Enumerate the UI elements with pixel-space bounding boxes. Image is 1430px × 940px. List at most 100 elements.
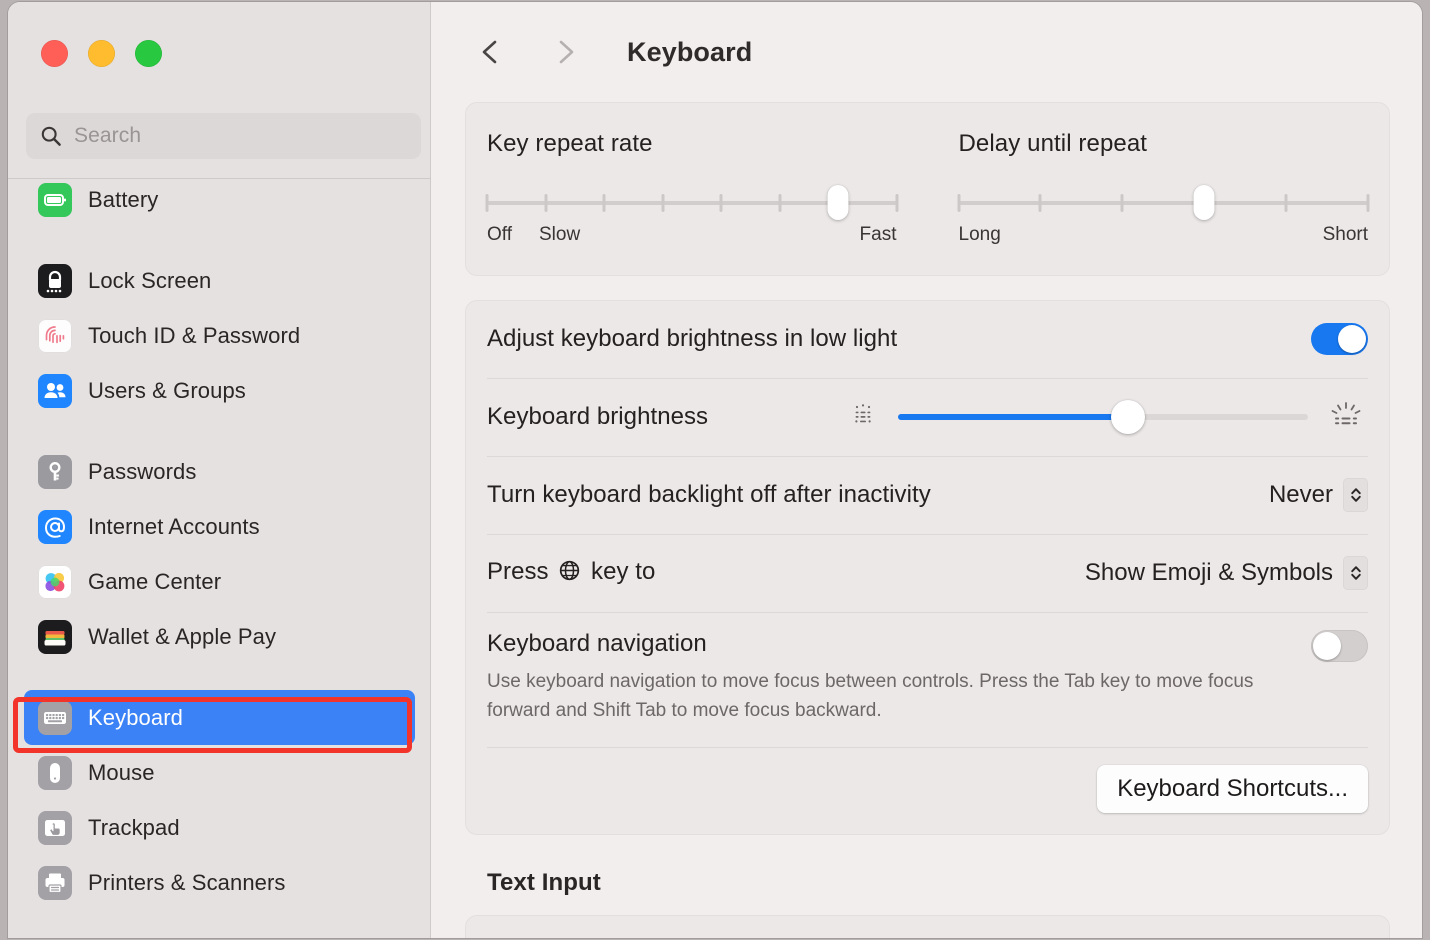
- slider-fill: [898, 414, 1128, 420]
- slider-tick: [1366, 194, 1370, 212]
- keyboard-shortcuts-button[interactable]: Keyboard Shortcuts...: [1097, 765, 1368, 813]
- slider-tick: [1284, 194, 1288, 212]
- backlight-off-value: Never: [1268, 481, 1333, 508]
- mouse-icon: [38, 755, 72, 790]
- label-slow: Slow: [539, 224, 581, 245]
- slider-track: [958, 201, 1368, 205]
- sidebar-item-internet-accounts[interactable]: Internet Accounts: [24, 499, 415, 554]
- chevron-up-down-icon[interactable]: [1343, 556, 1368, 590]
- slider-tick: [1038, 194, 1042, 212]
- search-icon: [40, 125, 62, 147]
- label-short: Short: [1322, 224, 1368, 245]
- chevron-up-down-icon[interactable]: [1343, 478, 1368, 512]
- backlight-off-popup[interactable]: Never: [1269, 478, 1368, 512]
- slider-tick: [778, 194, 781, 212]
- slider-thumb[interactable]: [1110, 400, 1145, 434]
- backlight-low-icon: [844, 398, 884, 437]
- globe-key-label-after: key to: [591, 557, 656, 585]
- sidebar-item-keyboard[interactable]: Keyboard: [24, 690, 415, 745]
- sidebar-item-label: Touch ID & Password: [88, 322, 301, 348]
- key-repeat-rate-group: Key repeat rate Off Slow Fast: [485, 130, 941, 250]
- sidebar-item-passwords[interactable]: Passwords: [24, 444, 415, 499]
- key-repeat-rate-slider[interactable]: [485, 185, 898, 220]
- slider-thumb[interactable]: [1193, 185, 1215, 220]
- row-keyboard-shortcuts: Keyboard Shortcuts...: [487, 747, 1368, 835]
- delay-until-repeat-title: Delay until repeat: [958, 130, 1148, 157]
- sidebar-item-label: Trackpad: [88, 814, 180, 840]
- slider-tick: [485, 194, 489, 212]
- at-sign-icon: [38, 509, 72, 544]
- minimize-button[interactable]: [88, 40, 115, 67]
- sidebar-item-battery[interactable]: Battery: [24, 179, 415, 227]
- globe-key-label: Press key to: [487, 558, 655, 589]
- lock-icon: [38, 263, 72, 298]
- slider-tick: [957, 194, 960, 212]
- key-repeat-rate-title: Key repeat rate: [487, 130, 653, 157]
- trackpad-icon: [38, 810, 72, 845]
- slider-tick: [1120, 194, 1124, 212]
- sidebar-item-touch-id[interactable]: Touch ID & Password: [24, 308, 415, 363]
- sidebar-item-trackpad[interactable]: Trackpad: [24, 800, 415, 855]
- row-keyboard-brightness: Keyboard brightness: [487, 378, 1368, 456]
- sidebar-item-label: Printers & Scanners: [88, 869, 286, 895]
- forward-button[interactable]: [541, 28, 589, 76]
- sidebar-item-label: Users & Groups: [88, 377, 246, 403]
- keyboard-brightness-label: Keyboard brightness: [487, 403, 709, 430]
- row-backlight-off: Turn keyboard backlight off after inacti…: [487, 456, 1368, 534]
- wallet-icon: [38, 619, 72, 654]
- sidebar-item-label: Passwords: [88, 458, 197, 484]
- sidebar-item-mouse[interactable]: Mouse: [24, 745, 415, 800]
- back-button[interactable]: [467, 28, 515, 76]
- zoom-button[interactable]: [135, 40, 162, 67]
- label-fast: Fast: [859, 224, 897, 245]
- sidebar: Search Battery Lock Screen Touch ID & Pa…: [8, 2, 431, 938]
- search-field[interactable]: Search: [26, 113, 421, 159]
- label-off: Off: [487, 224, 512, 245]
- low-light-label: Adjust keyboard brightness in low light: [487, 325, 898, 352]
- fingerprint-icon: [38, 318, 72, 353]
- sidebar-item-printers[interactable]: Printers & Scanners: [24, 855, 415, 910]
- keyboard-navigation-label: Keyboard navigation: [487, 630, 707, 657]
- row-keyboard-navigation: Keyboard navigation Use keyboard navigat…: [487, 612, 1368, 747]
- system-settings-window: Search Battery Lock Screen Touch ID & Pa…: [8, 2, 1422, 938]
- search-input[interactable]: Search: [74, 124, 141, 148]
- toggle-knob: [1313, 632, 1341, 660]
- sidebar-item-users-groups[interactable]: Users & Groups: [24, 363, 415, 418]
- sidebar-item-game-center[interactable]: Game Center: [24, 554, 415, 609]
- close-button[interactable]: [41, 40, 68, 67]
- sidebar-scroll-area[interactable]: Battery Lock Screen Touch ID & Password …: [8, 179, 431, 938]
- delay-until-repeat-slider[interactable]: [957, 185, 1370, 220]
- sidebar-item-label: Wallet & Apple Pay: [88, 623, 277, 649]
- printer-icon: [38, 865, 72, 900]
- toggle-knob: [1338, 325, 1366, 353]
- game-center-icon: [38, 564, 72, 599]
- delay-until-repeat-labels: Long Short: [959, 224, 1369, 250]
- sidebar-item-wallet[interactable]: Wallet & Apple Pay: [24, 609, 415, 664]
- users-icon: [38, 373, 72, 408]
- key-repeat-card: Key repeat rate Off Slow Fast Delay unti…: [465, 102, 1390, 276]
- globe-key-popup[interactable]: Show Emoji & Symbols: [1085, 556, 1368, 590]
- content-toolbar: Keyboard: [431, 2, 1422, 102]
- keyboard-navigation-description: Use keyboard navigation to move focus be…: [487, 671, 1254, 721]
- sidebar-item-label: Internet Accounts: [88, 513, 260, 539]
- backlight-off-label: Turn keyboard backlight off after inacti…: [487, 481, 931, 508]
- keyboard-navigation-toggle[interactable]: [1311, 630, 1368, 662]
- slider-tick: [544, 194, 547, 212]
- low-light-toggle[interactable]: [1311, 323, 1368, 355]
- sidebar-item-label: Game Center: [88, 568, 222, 594]
- slider-tick: [602, 194, 606, 212]
- slider-tick: [661, 194, 664, 212]
- globe-key-label-before: Press: [487, 557, 549, 585]
- label-long: Long: [958, 224, 1001, 245]
- traffic-lights: [41, 40, 162, 67]
- text-input-card: Edit...: [465, 915, 1390, 938]
- sidebar-item-lock-screen[interactable]: Lock Screen: [24, 253, 415, 308]
- slider-thumb[interactable]: [827, 185, 849, 220]
- keyboard-brightness-slider[interactable]: [898, 400, 1308, 434]
- keyboard-icon: [38, 700, 72, 735]
- key-icon: [38, 454, 72, 489]
- page-title: Keyboard: [627, 36, 753, 67]
